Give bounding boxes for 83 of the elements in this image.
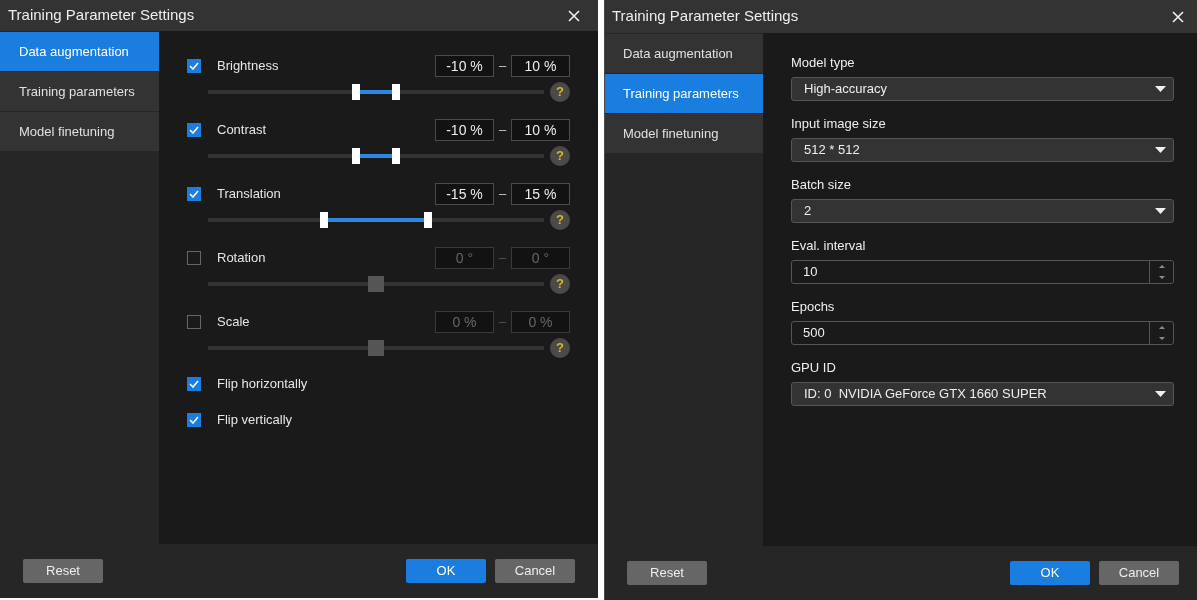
sidebar-item[interactable]: Model finetuning [605, 114, 763, 153]
caret-up-icon [1158, 326, 1165, 329]
slider-handle[interactable] [424, 212, 433, 228]
value-field[interactable]: 10 % [511, 119, 570, 141]
slider-handle[interactable] [351, 148, 360, 164]
field-label: Input image size [791, 116, 887, 132]
field-label: GPU ID [791, 360, 837, 376]
checkmark-icon [189, 62, 199, 70]
ok-button[interactable]: OK [1010, 561, 1090, 585]
value-field[interactable]: 10 % [511, 55, 570, 77]
caret-down-icon [1155, 208, 1166, 214]
checkbox[interactable] [187, 123, 201, 137]
ok-button[interactable]: OK [406, 559, 486, 583]
checkmark-icon [189, 126, 199, 134]
checkbox[interactable] [187, 251, 201, 265]
option-label: Contrast [217, 121, 268, 140]
slider-handle[interactable] [351, 84, 360, 100]
option-label: Brightness [217, 57, 280, 76]
range-separator: – [497, 249, 508, 268]
range-separator: – [497, 57, 508, 76]
slider-handle[interactable] [392, 148, 401, 164]
value-field[interactable]: 0 % [435, 311, 494, 333]
range-separator: – [497, 185, 508, 204]
option-label: Translation [217, 185, 282, 204]
number-field[interactable]: 10 [791, 260, 1174, 284]
dropdown[interactable]: 2 [791, 199, 1174, 223]
caret-down-icon [1158, 337, 1165, 340]
range-separator: – [497, 313, 508, 332]
dropdown[interactable]: 512 * 512 [791, 138, 1174, 162]
dropdown[interactable]: ID: 0 NVIDIA GeForce GTX 1660 SUPER [791, 382, 1174, 406]
window-title: Training Parameter Settings [8, 5, 195, 26]
close-icon [1172, 10, 1184, 23]
slider-handle[interactable] [319, 212, 328, 228]
sidebar-item[interactable]: Data augmentation [605, 34, 763, 73]
sidebar-item[interactable]: Model finetuning [0, 112, 159, 151]
slider-handle[interactable] [368, 340, 384, 356]
sidebar-item[interactable]: Data augmentation [0, 32, 159, 71]
field-label: Epochs [791, 299, 836, 315]
value-field[interactable]: 0 ° [435, 247, 494, 269]
help-button[interactable]: ? [550, 146, 570, 166]
help-button[interactable]: ? [550, 338, 570, 358]
range-separator: – [497, 121, 508, 140]
number-field[interactable]: 500 [791, 321, 1174, 345]
dialog-button[interactable]: Reset [23, 559, 103, 583]
dialog-button[interactable]: Cancel [1099, 561, 1179, 585]
field-label: Model type [791, 55, 856, 71]
value-field[interactable]: -10 % [435, 55, 494, 77]
help-button[interactable]: ? [550, 274, 570, 294]
sidebar-item[interactable]: Training parameters [605, 74, 763, 113]
value-field[interactable]: 0 % [511, 311, 570, 333]
caret-down-icon [1158, 276, 1165, 279]
dialog-button[interactable]: Reset [627, 561, 707, 585]
sidebar-item[interactable]: Training parameters [0, 72, 159, 111]
caret-down-icon [1155, 147, 1166, 153]
value-field[interactable]: 15 % [511, 183, 570, 205]
value-field[interactable]: 0 ° [511, 247, 570, 269]
dialog-button[interactable]: Cancel [495, 559, 575, 583]
field-label: Eval. interval [791, 238, 867, 254]
help-button[interactable]: ? [550, 210, 570, 230]
window-title: Training Parameter Settings [612, 6, 799, 27]
option-label: Flip horizontally [217, 375, 308, 394]
option-label: Rotation [217, 249, 267, 268]
checkbox[interactable] [187, 377, 201, 391]
checkmark-icon [189, 416, 199, 424]
dropdown[interactable]: High-accuracy [791, 77, 1174, 101]
option-label: Flip vertically [217, 411, 293, 430]
slider-handle[interactable] [368, 276, 384, 292]
option-label: Scale [217, 313, 251, 332]
checkmark-icon [189, 190, 199, 198]
value-field[interactable]: -15 % [435, 183, 494, 205]
field-label: Batch size [791, 177, 852, 193]
caret-up-icon [1158, 265, 1165, 268]
value-field[interactable]: -10 % [435, 119, 494, 141]
checkbox[interactable] [187, 187, 201, 201]
checkbox[interactable] [187, 315, 201, 329]
help-button[interactable]: ? [550, 82, 570, 102]
close-icon [568, 9, 580, 22]
checkbox[interactable] [187, 413, 201, 427]
caret-down-icon [1155, 86, 1166, 92]
slider-handle[interactable] [392, 84, 401, 100]
caret-down-icon [1155, 391, 1166, 397]
checkbox[interactable] [187, 59, 201, 73]
checkmark-icon [189, 380, 199, 388]
